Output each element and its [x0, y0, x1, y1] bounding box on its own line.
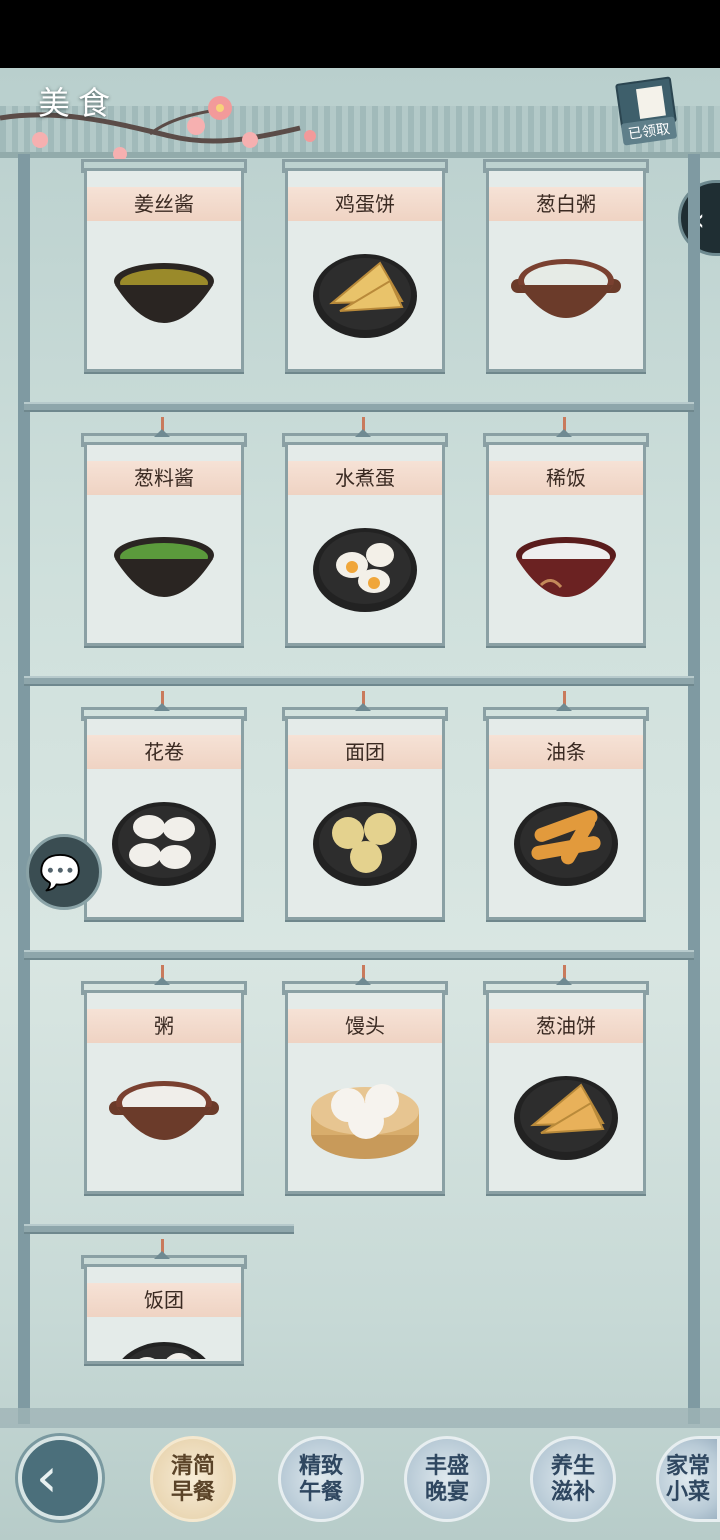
category-tab[interactable]: 精致午餐: [278, 1436, 364, 1522]
status-bar: [0, 0, 720, 68]
shelf-board: [24, 676, 694, 686]
back-arrow-icon: ‹: [36, 1446, 58, 1509]
dish-card[interactable]: 葱油饼: [483, 965, 649, 1194]
dish-card[interactable]: 花卷: [81, 691, 247, 920]
claimed-book-badge[interactable]: 已领取: [610, 76, 688, 146]
hanging-hook: [355, 691, 371, 711]
dish-image: [313, 528, 417, 612]
hanging-hook: [355, 965, 371, 985]
shelf-post-right: [688, 154, 700, 1424]
dish-card[interactable]: 油条: [483, 691, 649, 920]
card-frame-top: [483, 159, 649, 173]
dish-name: 馒头: [288, 1009, 442, 1043]
dish-name: 姜丝酱: [87, 187, 241, 221]
category-tab[interactable]: 丰盛晚宴: [404, 1436, 490, 1522]
category-label: 丰盛晚宴: [424, 1453, 469, 1505]
dish-image: [313, 254, 417, 338]
card-frame-top: [282, 159, 448, 173]
dish-image: [514, 802, 618, 886]
category-label: 精致午餐: [298, 1453, 343, 1505]
chat-bubble-icon: 💬: [39, 853, 82, 893]
dish-card[interactable]: 饭团: [81, 1239, 247, 1364]
dish-name: 葱油饼: [489, 1009, 643, 1043]
chat-button[interactable]: 💬: [26, 834, 102, 910]
dish-image: [311, 1084, 419, 1159]
dish-image: [313, 802, 417, 886]
dish-image: [511, 259, 621, 318]
dish-card[interactable]: 葱白粥: [483, 159, 649, 372]
category-tab[interactable]: 清简早餐: [150, 1436, 236, 1522]
dish-card[interactable]: 姜丝酱: [81, 159, 247, 372]
dish-card[interactable]: 粥: [81, 965, 247, 1194]
dish-name: 稀饭: [489, 461, 643, 495]
hanging-hook: [355, 417, 371, 437]
food-collection-screen: 美食 已领取 ‹ 姜丝酱 鸡蛋饼 葱白粥葱料酱 水煮蛋 稀饭花卷 面团 油条粥 馒头 葱油饼饭团…: [0, 68, 720, 1540]
hanging-hook: [556, 691, 572, 711]
shelf-board: [24, 950, 694, 960]
dish-image: [516, 537, 616, 597]
category-label: 养生滋补: [550, 1453, 595, 1505]
dish-name: 水煮蛋: [288, 461, 442, 495]
card-frame-top: [81, 159, 247, 173]
bottom-rail: [0, 1408, 720, 1428]
hanging-hook: [154, 1239, 170, 1259]
dish-image: [109, 1081, 219, 1140]
dish-card[interactable]: 水煮蛋: [282, 417, 448, 646]
category-label: 清简早餐: [170, 1453, 215, 1505]
dish-name: 饭团: [87, 1283, 241, 1317]
hanging-hook: [154, 965, 170, 985]
dish-name: 面团: [288, 735, 442, 769]
dish-image: [114, 263, 214, 323]
dish-card[interactable]: 稀饭: [483, 417, 649, 646]
shelf-board: [24, 402, 694, 412]
dish-name: 油条: [489, 735, 643, 769]
hanging-hook: [556, 965, 572, 985]
dish-name: 花卷: [87, 735, 241, 769]
dish-image: [122, 1342, 206, 1359]
dish-name: 葱料酱: [87, 461, 241, 495]
dish-card[interactable]: 葱料酱: [81, 417, 247, 646]
category-tab[interactable]: 养生滋补: [530, 1436, 616, 1522]
shelf-board: [24, 1224, 294, 1234]
back-button[interactable]: ‹: [18, 1436, 102, 1520]
hanging-hook: [154, 691, 170, 711]
hanging-hook: [556, 417, 572, 437]
hanging-hook: [154, 417, 170, 437]
dish-image: [514, 1076, 618, 1160]
dish-card[interactable]: 鸡蛋饼: [282, 159, 448, 372]
category-label: 家常小菜: [665, 1453, 710, 1505]
dish-card[interactable]: 馒头: [282, 965, 448, 1194]
dish-name: 粥: [87, 1009, 241, 1043]
dish-name: 鸡蛋饼: [288, 187, 442, 221]
dish-name: 葱白粥: [489, 187, 643, 221]
category-tab[interactable]: 家常小菜: [656, 1436, 720, 1522]
dish-image: [112, 802, 216, 886]
page-title: 美食: [38, 84, 119, 122]
dish-image: [114, 537, 214, 597]
dish-card[interactable]: 面团: [282, 691, 448, 920]
